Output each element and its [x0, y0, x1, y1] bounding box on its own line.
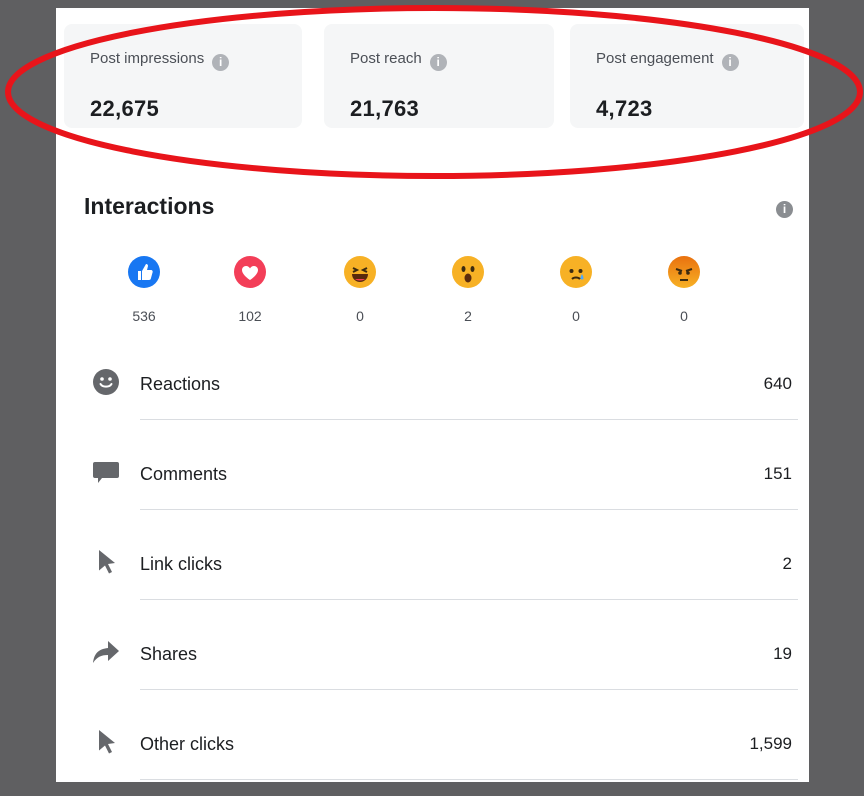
list-item-value: 151 [763, 464, 792, 483]
stat-card-impressions[interactable]: Post impressions i 22,675 [64, 24, 302, 128]
stat-label: Post reach i [350, 50, 447, 71]
reaction-wow: 2 [438, 256, 498, 324]
list-item-label: Comments [140, 464, 228, 484]
like-icon [128, 256, 160, 288]
stat-value: 21,763 [350, 96, 420, 121]
info-icon[interactable]: i [776, 201, 793, 218]
divider [140, 419, 798, 420]
info-icon[interactable]: i [721, 54, 739, 71]
reaction-count: 0 [356, 308, 364, 324]
divider [140, 509, 798, 510]
cursor-icon [90, 726, 122, 758]
insights-panel: Post impressions i 22,675 Post reach i 21,… [56, 8, 809, 782]
interactions-title: Interactions [84, 193, 215, 219]
share-arrow-icon [90, 636, 122, 668]
list-item-value: 2 [782, 554, 792, 573]
info-icon[interactable]: i [212, 54, 230, 71]
stat-label: Post impressions i [90, 50, 230, 71]
list-item-reactions[interactable]: Reactions 640 [78, 346, 798, 436]
reaction-sad: 0 [546, 256, 606, 324]
stat-label: Post engagement i [596, 50, 739, 71]
interactions-list: Reactions 640 Comments 151 Link clicks 2… [78, 346, 798, 796]
list-item-label: Link clicks [140, 554, 223, 574]
stats-row: Post impressions i 22,675 Post reach i 21,… [64, 14, 804, 138]
reaction-count: 102 [238, 308, 262, 324]
stat-card-reach[interactable]: Post reach i 21,763 [324, 24, 554, 128]
list-item-value: 640 [763, 374, 792, 393]
info-icon[interactable]: i [429, 54, 447, 71]
list-item-shares[interactable]: Shares 19 [78, 616, 798, 706]
list-item-label: Reactions [140, 374, 221, 394]
reaction-count: 0 [572, 308, 580, 324]
divider [140, 689, 798, 690]
love-icon [234, 256, 266, 288]
stat-value: 22,675 [90, 96, 160, 121]
reaction-count: 0 [680, 308, 688, 324]
wow-icon [452, 256, 484, 288]
reaction-count: 536 [132, 308, 156, 324]
reaction-like: 536 [114, 256, 174, 324]
angry-icon [668, 256, 700, 288]
reactions-row: 536 102 0 2 0 0 [114, 256, 774, 336]
reaction-count: 2 [464, 308, 472, 324]
list-item-label: Other clicks [140, 734, 235, 754]
list-item-other-clicks[interactable]: Other clicks 1,599 [78, 706, 798, 796]
reaction-love: 102 [220, 256, 280, 324]
divider [140, 779, 798, 780]
sad-icon [560, 256, 592, 288]
stat-card-engagement[interactable]: Post engagement i 4,723 [570, 24, 804, 128]
comment-bubble-icon [90, 456, 122, 488]
smiley-icon [90, 366, 122, 398]
reaction-haha: 0 [330, 256, 390, 324]
cursor-icon [90, 546, 122, 578]
stat-value: 4,723 [596, 96, 653, 121]
list-item-value: 1,599 [749, 734, 792, 753]
list-item-value: 19 [773, 644, 792, 663]
list-item-comments[interactable]: Comments 151 [78, 436, 798, 526]
divider [140, 599, 798, 600]
haha-icon [344, 256, 376, 288]
reaction-angry: 0 [654, 256, 714, 324]
list-item-link-clicks[interactable]: Link clicks 2 [78, 526, 798, 616]
list-item-label: Shares [140, 644, 198, 664]
